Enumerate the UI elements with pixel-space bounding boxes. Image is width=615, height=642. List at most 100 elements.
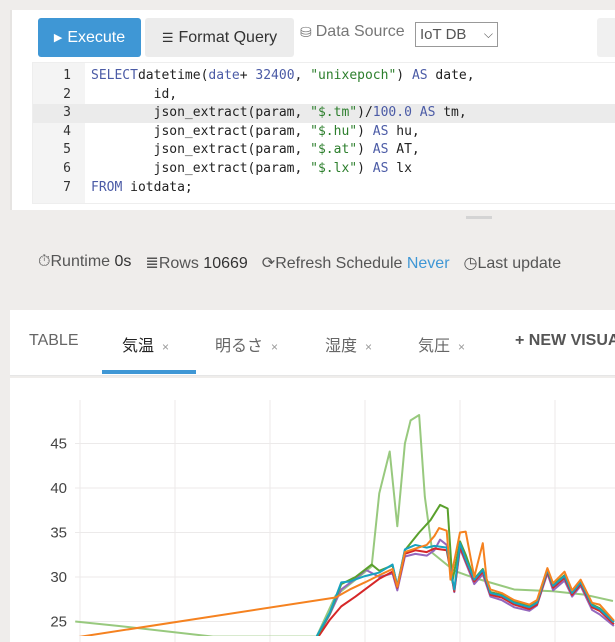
code-line[interactable]: 6 json_extract(param, "$.lx") AS lx [33,160,615,179]
code-line[interactable]: 4 json_extract(param, "$.hu") AS hu, [33,123,615,142]
execute-button[interactable]: ▶ Execute [38,18,141,57]
data-source-select[interactable]: IoT DB ⌵ [415,22,498,47]
refresh-label: Refresh Schedule [275,255,403,272]
last-update-stat: ◷Last update [464,253,562,273]
code-line[interactable]: 2 id, [33,86,615,105]
line-number: 4 [63,123,71,139]
data-source-text: Data Source [315,23,405,40]
line-number: 3 [63,105,71,121]
code-token: "$.hu" [310,123,358,139]
visualization-tabs: TABLE 気温 × 明るさ × 湿度 × 気圧 × + NEW VISUA [10,310,615,376]
code-line[interactable]: 7 FROM iotdata; [33,179,615,198]
line-number: 2 [63,86,71,102]
code-token: hu, [388,123,420,139]
line-number: 5 [63,142,71,158]
new-visualization-tab[interactable]: + NEW VISUA [515,332,615,350]
code-token: AS [372,142,389,158]
format-label: Format Query [178,28,278,46]
code-token: ) [357,142,373,158]
tab-label: TABLE [29,332,79,349]
tab-temperature[interactable]: 気温 × [122,332,169,356]
code-token: json_extract(param, [91,123,311,139]
chevron-down-icon: ⌵ [483,27,493,41]
code-editor[interactable]: 1 SELECTdatetime(date+ 32400, "unixepoch"… [32,62,615,204]
close-icon[interactable]: × [271,340,278,354]
code-token: tm, [435,105,467,121]
y-tick-label: 40 [50,480,67,497]
line-number: 7 [63,179,71,195]
close-icon[interactable]: × [365,340,372,354]
code-line[interactable]: 5 json_extract(param, "$.at") AS AT, [33,141,615,160]
code-token: datetime( [137,68,209,83]
clock-icon: ◷ [463,255,478,272]
code-token: iotdata; [122,179,193,195]
code-token: json_extract(param, [91,105,311,121]
data-source-value: IoT DB [420,26,467,43]
format-query-button[interactable]: ☰ Format Query [145,18,294,57]
code-token: )/ [357,105,373,121]
series-line-3[interactable] [316,503,615,638]
code-line[interactable]: 3 json_extract(param, "$.tm")/100.0 AS t… [33,104,615,123]
active-tab-indicator [102,370,196,374]
y-tick-label: 25 [50,614,67,631]
chart-svg: 25 30 35 40 45 [50,400,615,642]
last-update-label: Last update [477,255,562,272]
code-token: AS [372,161,389,176]
code-token: date [208,68,240,83]
tab-label: + NEW VISUA [515,332,615,349]
refresh-schedule-link[interactable]: Never [407,255,450,272]
rows-value: 10669 [203,255,248,272]
code-token: json_extract(param, [91,142,311,158]
code-token: "$.at" [310,142,358,158]
code-token: "$.lx" [310,161,358,176]
query-panel: ▶ Execute ☰ Format Query ⛁ Data Source IoT … [10,10,615,210]
play-icon: ▶ [53,32,63,44]
close-icon[interactable]: × [458,340,465,354]
tab-label: 湿度 [325,338,358,355]
runtime-value: 0s [114,253,132,270]
rows-stat: ≣Rows 10669 [145,253,247,273]
tab-pressure[interactable]: 気圧 × [418,332,465,356]
stopwatch-icon: ⏱ [38,253,51,270]
code-token: SELECT [91,68,138,83]
refresh-stat: ⟳Refresh Schedule Never [262,253,450,273]
runtime-stat: ⏱Runtime 0s [38,253,131,273]
y-tick-label: 35 [50,525,67,542]
code-line[interactable]: 1 SELECTdatetime(date+ 32400, "unixepoch"… [33,67,615,86]
data-source-label: ⛁ Data Source [300,23,405,41]
tab-label: 気温 [122,338,155,355]
close-icon[interactable]: × [162,340,169,354]
code-token: AS [372,123,389,139]
code-token: id, [91,86,178,102]
code-token: ) [357,161,373,176]
database-icon: ⛁ [300,23,312,40]
code-token: json_extract(param, [91,161,311,176]
code-token: FROM [91,179,123,195]
tab-humidity[interactable]: 湿度 × [325,332,372,356]
list-icon: ≣ [145,255,159,272]
code-token: 32400 [255,68,295,83]
code-token: "$.tm" [310,105,358,121]
code-token: AT, [388,142,420,158]
code-token: date, [427,68,475,83]
rows-label: Rows [158,255,199,272]
y-tick-label: 45 [50,436,67,453]
query-stats: ⏱Runtime 0s ≣Rows 10669 ⟳Refresh Schedul… [38,253,561,273]
tab-table[interactable]: TABLE [29,332,79,350]
tab-label: 明るさ [215,338,264,355]
indent-icon: ☰ [161,29,174,45]
right-toolbar-button[interactable] [597,18,615,57]
resize-handle[interactable] [466,216,492,219]
code-token: AS [411,68,428,83]
code-token: + [239,68,256,83]
code-token: ) [396,68,412,83]
line-number: 1 [63,68,71,83]
tab-label: 気圧 [418,338,451,355]
line-chart: 25 30 35 40 45 [10,378,615,642]
code-token: 100.0 [372,105,412,121]
tab-brightness[interactable]: 明るさ × [215,332,278,356]
code-token: AS [419,105,436,121]
runtime-label: Runtime [50,253,111,270]
code-token: ) [357,123,373,139]
